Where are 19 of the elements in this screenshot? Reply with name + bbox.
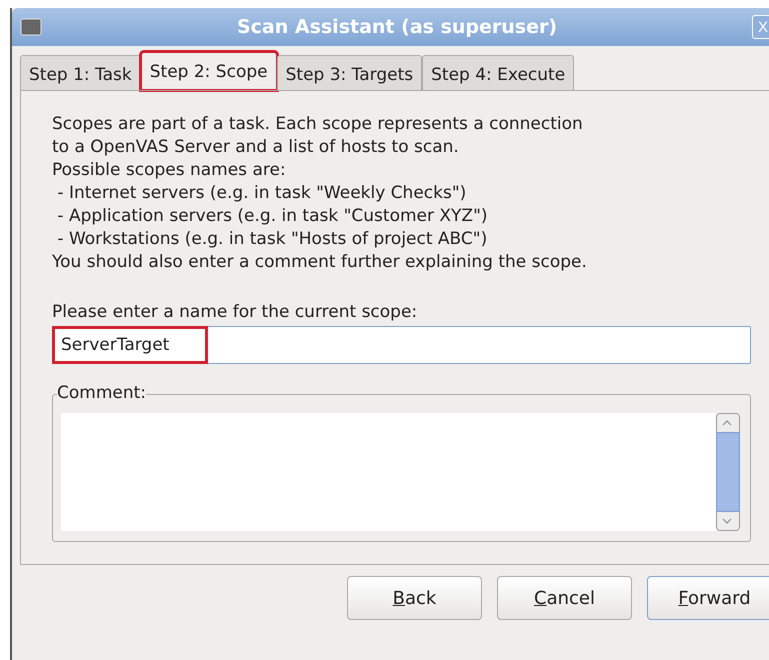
tab[interactable]: Step 4: Execute	[422, 55, 574, 90]
description-text: You should also enter a comment further explaining the scope.	[52, 251, 588, 274]
description-text: Scopes are part of a task. Each scope represents a connection	[52, 113, 584, 136]
scrollbar[interactable]	[716, 413, 740, 531]
description-text: - Internet servers (e.g. in task "Weekly Checks")	[56, 182, 468, 205]
tab[interactable]: Step 3: Targets	[276, 55, 422, 90]
tab[interactable]: Step 1: Task	[20, 55, 141, 90]
description-text: - Application servers (e.g. in task "Customer XYZ")	[56, 205, 489, 228]
window-icon	[20, 18, 42, 36]
name-input-field[interactable]: ServerTarget	[52, 326, 751, 364]
tab[interactable]: Step 2: Scope	[140, 52, 277, 90]
dialog-button[interactable]: Forward	[647, 576, 769, 620]
dialog-button[interactable]: Cancel	[497, 576, 632, 620]
description-text: - Workstations (e.g. in task "Hosts of project ABC")	[56, 228, 488, 251]
description-text: Possible scopes names are:	[52, 159, 287, 182]
description-text: to a OpenVAS Server and a list of hosts to scan.	[52, 136, 460, 159]
window-title: Scan Assistant (as superuser)	[236, 16, 558, 38]
dialog-button[interactable]: Back	[347, 576, 482, 620]
field-label: Please enter a name for the current scope:	[52, 302, 418, 322]
